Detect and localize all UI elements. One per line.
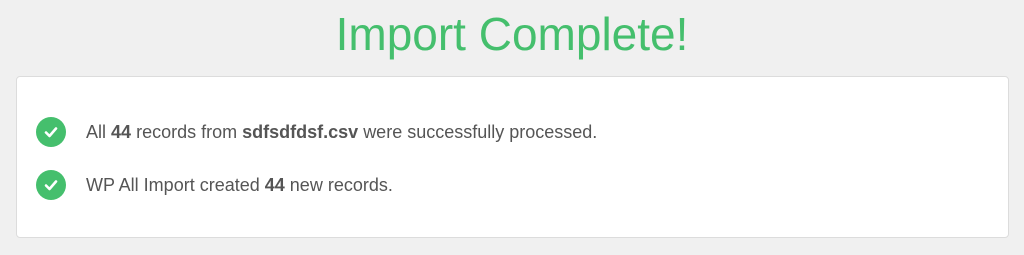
record-count: 44	[111, 121, 132, 142]
check-circle-icon	[36, 170, 66, 200]
import-summary-panel: All 44 records from sdfsdfdsf.csv were s…	[16, 76, 1009, 238]
file-name: sdfsdfdsf.csv	[242, 121, 359, 142]
message-prefix: All	[86, 121, 107, 142]
created-count: 44	[264, 174, 285, 195]
summary-message-text: All 44 records from sdfsdfdsf.csv were s…	[86, 122, 597, 143]
check-circle-icon	[36, 117, 66, 147]
message-middle: records from	[136, 121, 238, 142]
summary-message-text: WP All Import created 44 new records.	[86, 175, 393, 196]
summary-message-processed: All 44 records from sdfsdfdsf.csv were s…	[36, 117, 597, 147]
message-suffix: were successfully processed.	[363, 121, 598, 142]
page-title: Import Complete!	[335, 8, 689, 60]
message-prefix: WP All Import created	[86, 174, 260, 195]
summary-message-created: WP All Import created 44 new records.	[36, 170, 393, 200]
message-suffix: new records.	[289, 174, 393, 195]
